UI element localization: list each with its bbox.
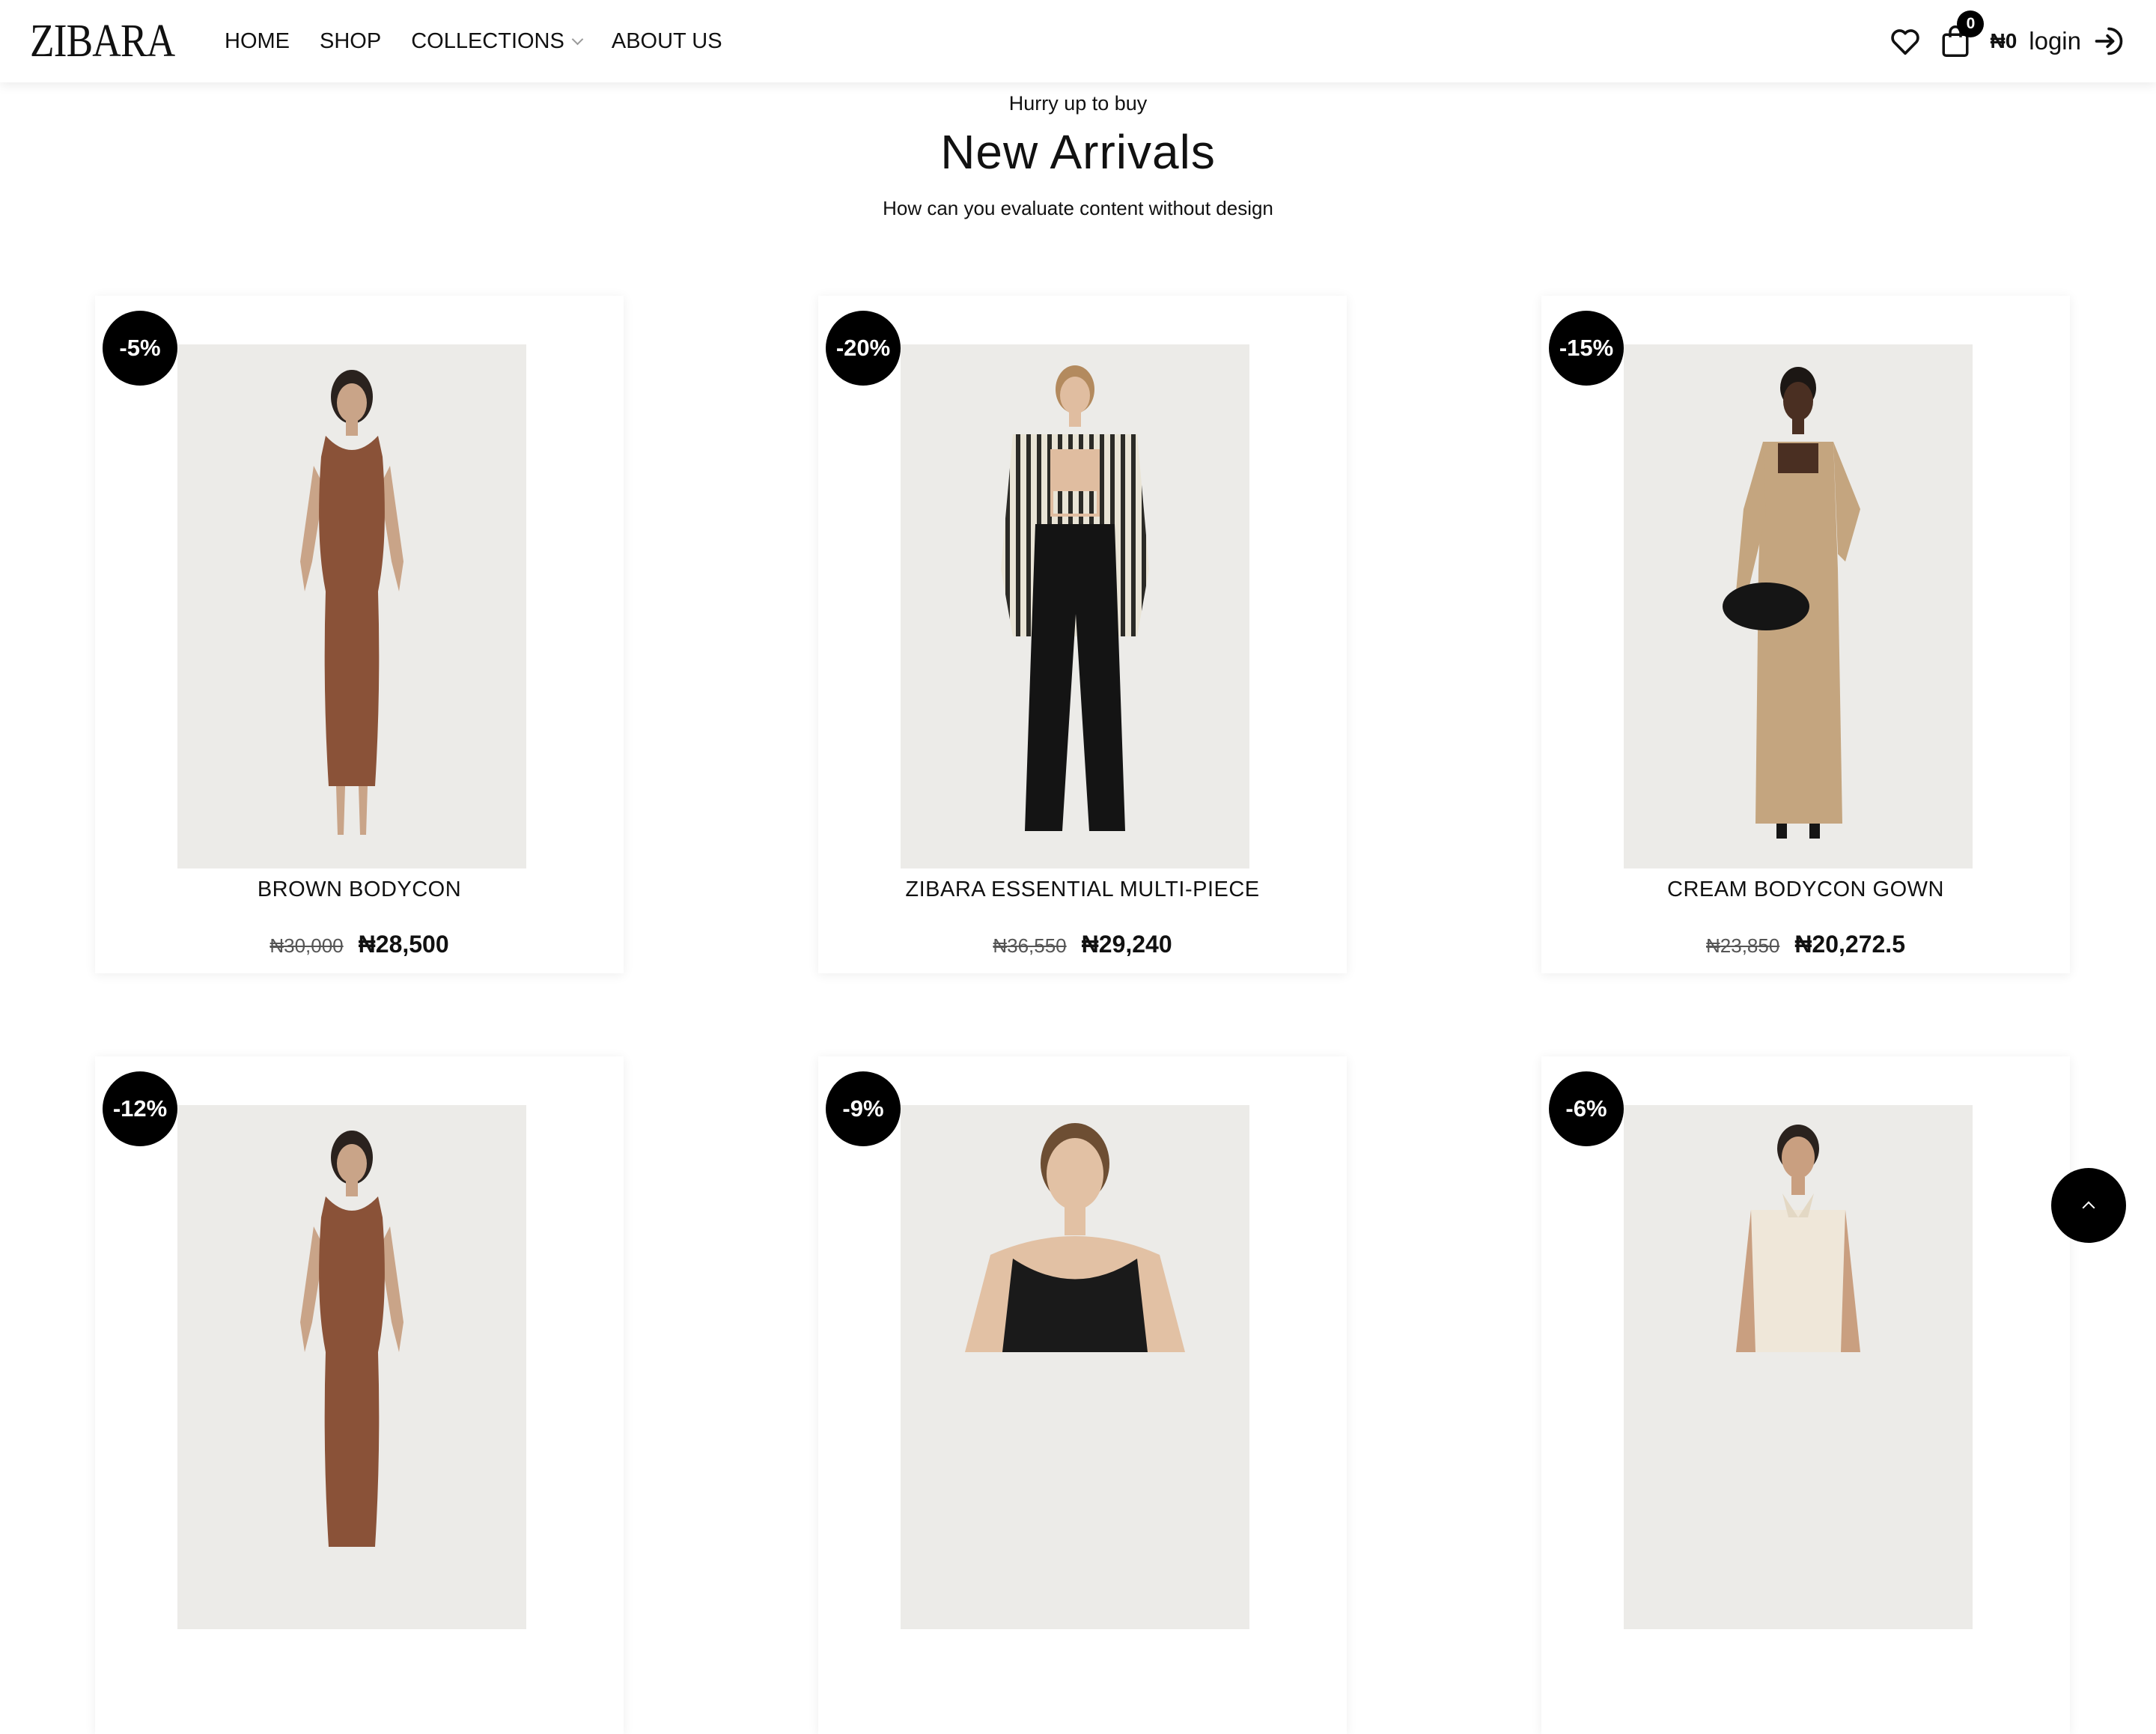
cart-total: ₦0 [1990, 29, 2018, 52]
main-nav: HOME SHOP COLLECTIONS ABOUT US [225, 27, 752, 55]
sale-price: ₦20,272.5 [1794, 931, 1905, 958]
nav-shop-label: SHOP [320, 29, 382, 53]
discount-badge: -6% [1549, 1071, 1624, 1146]
header-actions: 0 ₦0 login [1888, 10, 2126, 63]
nav-home[interactable]: HOME [225, 27, 290, 55]
product-image[interactable] [177, 1105, 526, 1629]
product-name[interactable]: CREAM BODYCON GOWN [1541, 876, 2070, 903]
product-image[interactable] [901, 1105, 1249, 1629]
discount-badge: -5% [103, 311, 177, 386]
nav-about-label: ABOUT US [611, 29, 722, 53]
section-description: How can you evaluate content without des… [883, 197, 1273, 219]
section-subtitle: Hurry up to buy [1008, 92, 1148, 115]
product-prices: ₦30,000 ₦28,500 [95, 931, 624, 958]
sign-in-arrow-icon[interactable] [2092, 24, 2126, 58]
heart-icon[interactable] [1888, 24, 1922, 58]
discount-badge: -20% [826, 311, 901, 386]
nav-home-label: HOME [225, 29, 290, 53]
product-card[interactable]: -20% ZIBARA ESSENTIAL MULTI-PIECE ₦36,55… [818, 296, 1347, 973]
product-image[interactable] [177, 344, 526, 868]
product-image[interactable] [901, 344, 1249, 868]
chevron-down-icon [571, 33, 584, 45]
product-card[interactable]: -9% [818, 1056, 1347, 1734]
sale-price: ₦29,240 [1081, 931, 1172, 958]
cart-button[interactable]: 0 [1937, 10, 1985, 60]
product-prices [818, 1691, 1347, 1719]
product-card[interactable]: -15% CREAM BODYCON GOWN ₦23,850 ₦20,272.5 [1541, 296, 2070, 973]
product-image[interactable] [1624, 1105, 1973, 1629]
discount-badge: -9% [826, 1071, 901, 1146]
site-header: ZIBARA HOME SHOP COLLECTIONS ABOUT US 0 … [0, 0, 2156, 82]
nav-collections-label: COLLECTIONS [411, 29, 564, 53]
product-card[interactable]: -6% [1541, 1056, 2070, 1734]
old-price: ₦36,550 [993, 934, 1067, 957]
chevron-up-icon [2082, 1201, 2095, 1214]
product-prices: ₦36,550 ₦29,240 [818, 931, 1347, 958]
product-prices [95, 1691, 624, 1719]
scroll-to-top-button[interactable] [2051, 1168, 2126, 1243]
product-card[interactable]: -12% [95, 1056, 624, 1734]
product-name[interactable]: BROWN BODYCON [95, 876, 624, 903]
product-name[interactable]: ZIBARA ESSENTIAL MULTI-PIECE [818, 876, 1347, 903]
sale-price: ₦28,500 [358, 931, 449, 958]
discount-badge: -15% [1549, 311, 1624, 386]
product-prices: ₦23,850 ₦20,272.5 [1541, 931, 2070, 958]
section-title: New Arrivals [940, 125, 1216, 179]
product-image[interactable] [1624, 344, 1973, 868]
old-price: ₦30,000 [270, 934, 344, 957]
nav-shop[interactable]: SHOP [320, 27, 381, 55]
nav-about-us[interactable]: ABOUT US [612, 27, 722, 55]
product-card[interactable]: -5% BROWN BODYCON ₦30,000 ₦28,500 [95, 296, 624, 973]
old-price: ₦23,850 [1706, 934, 1780, 957]
site-logo[interactable]: ZIBARA [30, 13, 175, 69]
product-prices [1541, 1691, 2070, 1719]
discount-badge: -12% [103, 1071, 177, 1146]
cart-count-badge: 0 [1957, 10, 1985, 37]
login-link[interactable]: login [2029, 26, 2081, 56]
nav-collections[interactable]: COLLECTIONS [411, 27, 584, 55]
